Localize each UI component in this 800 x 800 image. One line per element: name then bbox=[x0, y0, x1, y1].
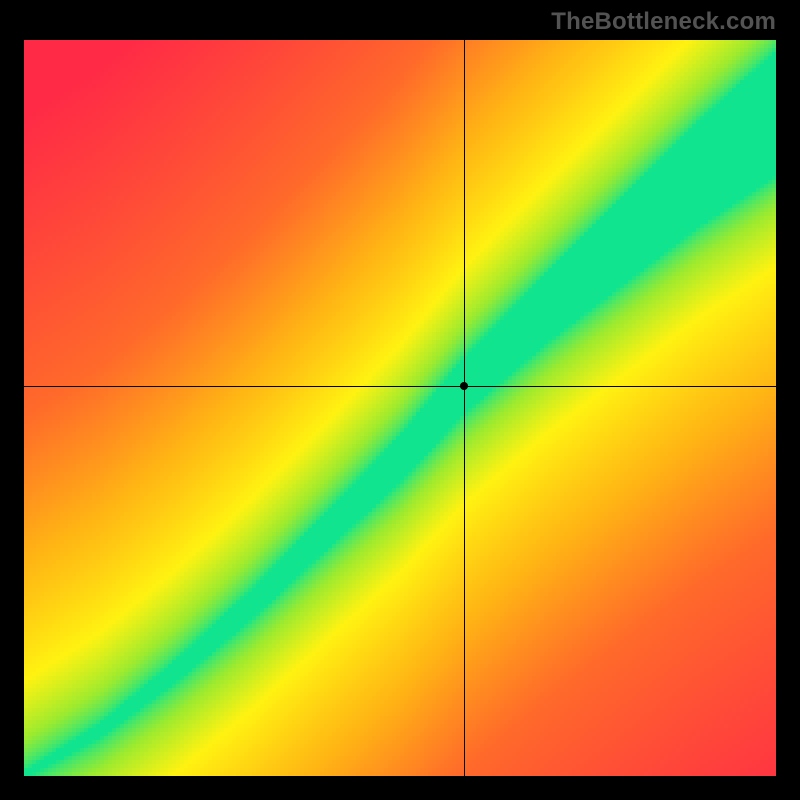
heatmap-canvas bbox=[24, 40, 776, 776]
selection-marker bbox=[460, 382, 468, 390]
chart-frame: TheBottleneck.com bbox=[0, 0, 800, 800]
heatmap-plot bbox=[24, 40, 776, 776]
crosshair-vertical bbox=[464, 40, 465, 776]
crosshair-horizontal bbox=[24, 386, 776, 387]
watermark-text: TheBottleneck.com bbox=[551, 8, 776, 36]
